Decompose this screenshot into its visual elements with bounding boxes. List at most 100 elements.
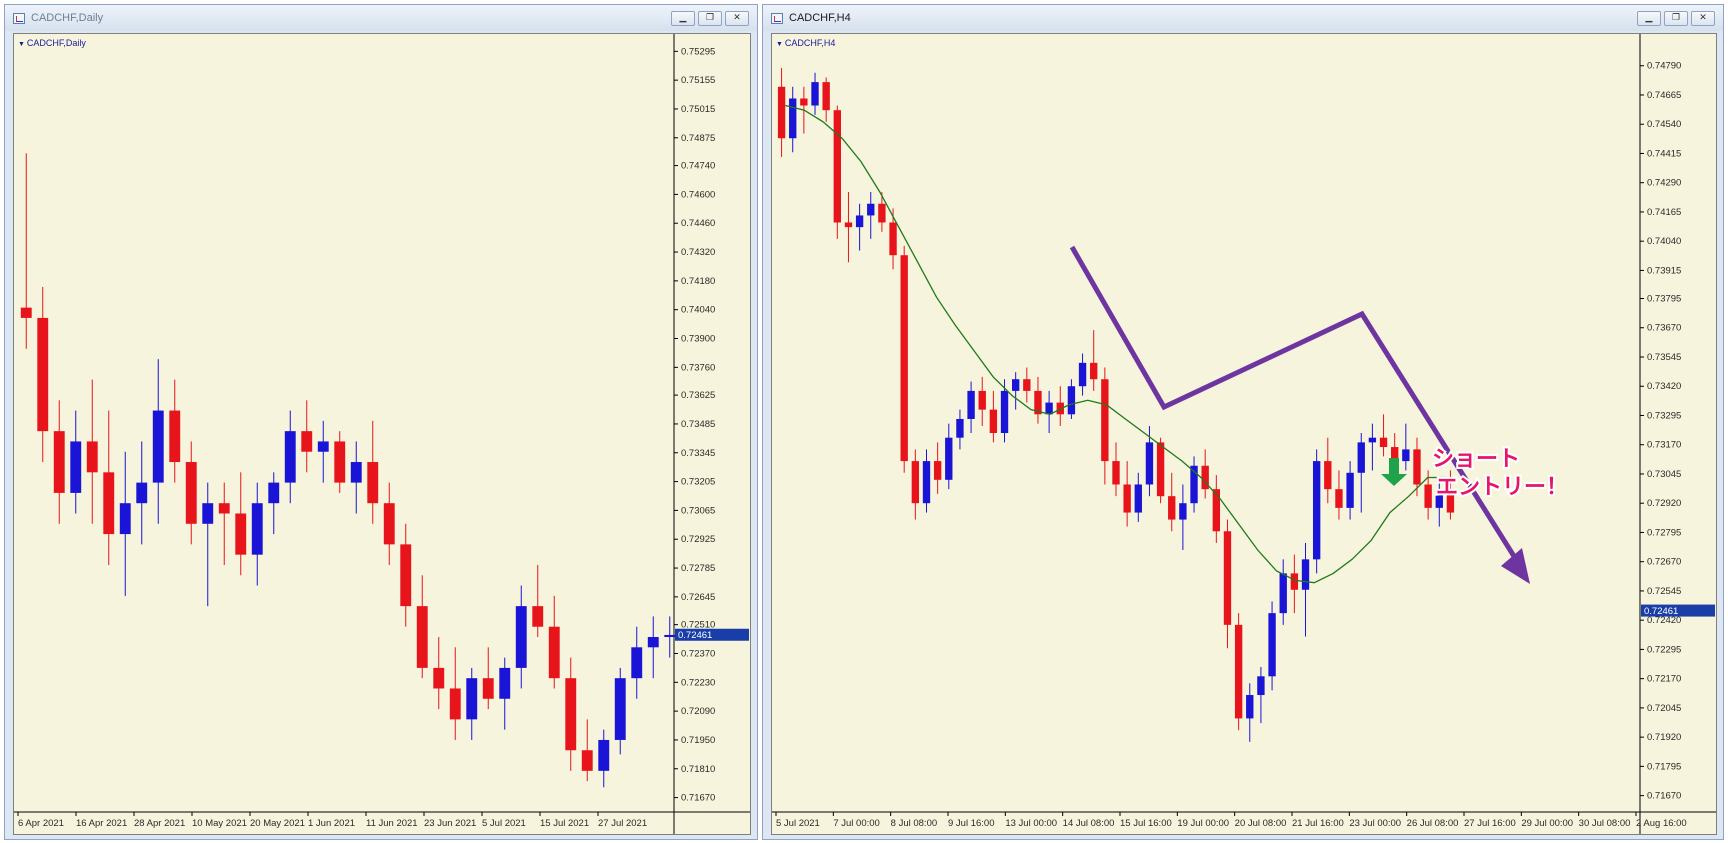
price-tick-label: 0.74740 <box>681 161 715 172</box>
price-tick-label: 0.73045 <box>1647 469 1681 480</box>
time-tick-label: 20 May 2021 <box>250 818 305 829</box>
candle-body <box>301 431 313 452</box>
h4-chart-area[interactable]: 0.74790 0.74665 0.74540 0.74415 0.74290 0.741… <box>771 33 1717 835</box>
candle-body <box>1357 442 1365 473</box>
candle-body <box>416 606 428 668</box>
candle-body <box>933 461 942 480</box>
candle-body <box>1424 484 1432 508</box>
candle-body <box>152 410 164 483</box>
candle-body <box>789 98 797 139</box>
time-tick-label: 29 Jul 00:00 <box>1521 818 1573 829</box>
minimize-button[interactable]: ▁ <box>1637 11 1661 26</box>
time-tick-label: 8 Jul 08:00 <box>891 818 937 829</box>
chart-window-icon <box>771 12 783 24</box>
short-entry-annotation-line1: ショート <box>1432 447 1520 472</box>
candle-body <box>1223 531 1232 625</box>
candle-body <box>119 503 131 535</box>
price-tick-label: 0.72370 <box>681 648 715 659</box>
price-tick-label: 0.73760 <box>681 362 715 373</box>
price-tick-label: 0.73625 <box>681 390 715 401</box>
h4-window-titlebar[interactable]: CADCHF,H4 ▁ ❐ ✕ <box>763 5 1723 31</box>
candle-body <box>867 203 875 216</box>
price-tick-label: 0.71670 <box>681 793 715 804</box>
time-tick-label: 23 Jun 2021 <box>424 818 476 829</box>
h4-candlestick-chart[interactable]: 0.74790 0.74665 0.74540 0.74415 0.74290 0.741… <box>772 34 1716 834</box>
close-button[interactable]: ✕ <box>1691 11 1715 26</box>
candle-body <box>631 647 643 679</box>
price-tick-label: 0.73295 <box>1647 410 1681 421</box>
restore-button[interactable]: ❐ <box>698 11 722 26</box>
short-entry-annotation-line2: エントリー！ <box>1436 475 1568 500</box>
price-tick-label: 0.73205 <box>681 477 715 488</box>
candle-body <box>1011 379 1020 391</box>
candle-body <box>1067 386 1076 415</box>
candle-body <box>350 462 362 483</box>
time-tick-label: 16 Apr 2021 <box>76 818 127 829</box>
daily-symbol-label: CADCHF,Daily <box>18 38 86 48</box>
time-tick-label: 1 Jun 2021 <box>308 818 355 829</box>
price-tick-label: 0.71810 <box>681 764 715 775</box>
price-tick-label: 0.74165 <box>1647 207 1681 218</box>
candle-body <box>855 215 864 228</box>
candle-body <box>1346 472 1354 508</box>
daily-window-titlebar[interactable]: CADCHF,Daily ▁ ❐ ✕ <box>5 5 757 31</box>
price-tick-label: 0.74790 <box>1647 61 1681 72</box>
current-price-label: 0.72461 <box>1644 606 1678 617</box>
close-button[interactable]: ✕ <box>725 11 749 26</box>
time-tick-label: 10 May 2021 <box>192 818 247 829</box>
time-tick-label: 23 Jul 00:00 <box>1349 818 1401 829</box>
price-tick-label: 0.71950 <box>681 735 715 746</box>
minimize-button[interactable]: ▁ <box>671 11 695 26</box>
candle-body <box>1379 437 1388 448</box>
candle-body <box>1134 484 1142 513</box>
time-tick-label: 11 Jun 2021 <box>366 818 418 829</box>
price-tick-label: 0.72795 <box>1647 527 1681 538</box>
candle-body <box>1279 573 1287 614</box>
candle-body <box>565 678 577 751</box>
price-tick-label: 0.73420 <box>1647 381 1681 392</box>
time-tick-label: 30 Jul 08:00 <box>1579 818 1631 829</box>
h4-chart-window[interactable]: CADCHF,H4 ▁ ❐ ✕ 0.74790 0.74665 0.74540 0.7… <box>762 4 1724 840</box>
price-tick-label: 0.72920 <box>1647 498 1681 509</box>
price-tick-label: 0.71920 <box>1647 732 1681 743</box>
price-tick-label: 0.74040 <box>681 305 715 316</box>
price-tick-label: 0.71795 <box>1647 761 1681 772</box>
candle-body <box>1234 624 1243 719</box>
candle-body <box>598 739 610 771</box>
candle-body <box>1090 362 1098 380</box>
daily-chart-area[interactable]: 0.75295 0.75155 0.75015 0.74875 0.74740 0.746… <box>13 33 751 835</box>
candle-body <box>922 461 931 504</box>
candle-body <box>1078 362 1087 387</box>
candle-body <box>169 410 181 463</box>
price-tick-label: 0.72170 <box>1647 674 1681 685</box>
candle-body <box>581 750 593 771</box>
candle-body <box>433 667 445 689</box>
daily-candlestick-chart[interactable]: 0.75295 0.75155 0.75015 0.74875 0.74740 0.746… <box>14 34 750 834</box>
daily-chart-window[interactable]: CADCHF,Daily ▁ ❐ ✕ 0.75295 0.75155 0.75015… <box>4 4 758 840</box>
price-tick-label: 0.72545 <box>1647 586 1681 597</box>
time-tick-label: 2 Aug 16:00 <box>1636 818 1687 829</box>
candle-body <box>1168 496 1176 520</box>
candle-body <box>532 606 544 627</box>
time-tick-label: 20 Jul 08:00 <box>1235 818 1287 829</box>
candle-body <box>900 255 908 462</box>
short-down-arrow-icon <box>1381 458 1407 486</box>
time-tick-label: 13 Jul 00:00 <box>1005 818 1057 829</box>
candle-body <box>466 678 478 720</box>
candle-body <box>989 409 998 434</box>
time-tick-label: 6 Apr 2021 <box>18 818 64 829</box>
price-tick-label: 0.73915 <box>1647 265 1681 276</box>
price-tick-label: 0.72925 <box>681 534 715 545</box>
price-tick-label: 0.73485 <box>681 419 715 430</box>
candle-body <box>1257 676 1265 696</box>
candle-body <box>878 203 886 223</box>
h4-window-title: CADCHF,H4 <box>789 12 851 24</box>
restore-button[interactable]: ❐ <box>1664 11 1688 26</box>
price-tick-label: 0.74290 <box>1647 178 1681 189</box>
h4-symbol-label: CADCHF,H4 <box>776 38 836 48</box>
candle-body <box>1101 379 1109 462</box>
time-tick-label: 26 Jul 08:00 <box>1407 818 1459 829</box>
time-tick-label: 27 Jul 2021 <box>598 818 647 829</box>
price-tick-label: 0.73795 <box>1647 294 1681 305</box>
time-tick-label: 27 Jul 16:00 <box>1464 818 1516 829</box>
